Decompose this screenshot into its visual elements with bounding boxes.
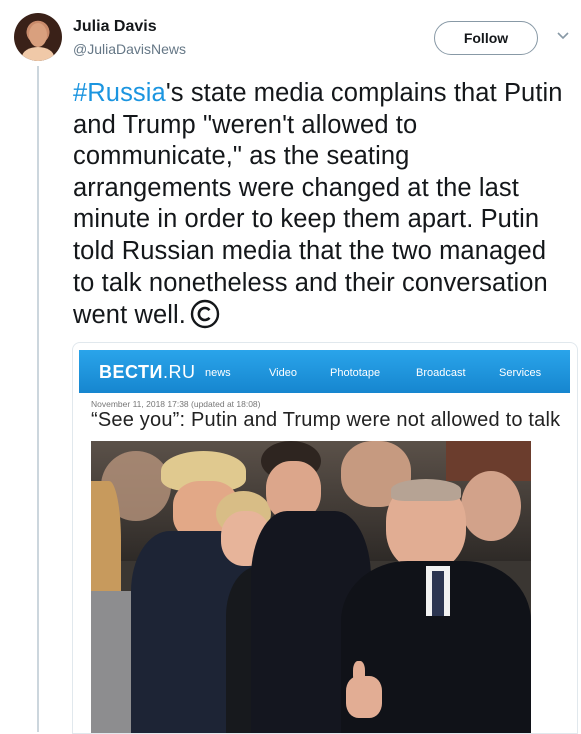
thread-line — [37, 66, 39, 732]
nav-item-phototape: Phototape — [330, 367, 381, 379]
news-photo — [91, 441, 531, 733]
nav-item-news: news — [205, 367, 231, 379]
site-header: ВЕСТИ.RU news Video Phototape Broadcast … — [79, 350, 570, 393]
copyright-icon — [190, 299, 220, 329]
article-meta: November 11, 2018 17:38 (updated at 18:0… — [91, 399, 261, 409]
media-card[interactable]: ВЕСТИ.RU news Video Phototape Broadcast … — [72, 342, 578, 734]
tweet-body: 's state media complains that Putin and … — [73, 79, 563, 330]
hashtag-link[interactable]: #Russia — [73, 79, 166, 107]
tweet-text: #Russia's state media complains that Put… — [73, 78, 573, 332]
article-headline: “See you”: Putin and Trump were not allo… — [91, 409, 561, 431]
author-name[interactable]: Julia Davis — [73, 18, 157, 36]
nav-item-services: Services — [499, 367, 542, 379]
avatar[interactable] — [14, 13, 62, 61]
author-handle[interactable]: @JuliaDavisNews — [73, 41, 186, 57]
chevron-down-icon[interactable] — [557, 31, 569, 41]
nav-item-broadcast: Broadcast — [416, 367, 466, 379]
follow-button[interactable]: Follow — [434, 21, 538, 55]
nav-item-video: Video — [269, 367, 297, 379]
site-nav: news Video Phototape Broadcast Services — [79, 367, 570, 381]
